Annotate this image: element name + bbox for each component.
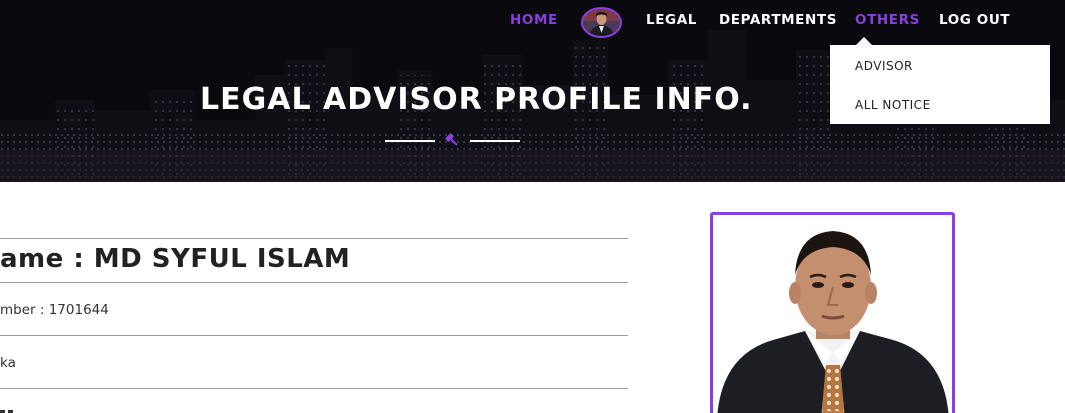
advisor-location: ka	[0, 355, 16, 371]
title-divider-left	[385, 140, 435, 142]
nav-departments[interactable]: DEPARTMENTS	[719, 12, 837, 28]
nav-legal[interactable]: LEGAL	[646, 12, 697, 28]
divider	[0, 282, 628, 283]
user-avatar[interactable]	[581, 7, 622, 38]
divider	[0, 238, 628, 239]
title-divider-right	[470, 140, 520, 142]
advisor-number: mber : 1701644	[0, 302, 109, 318]
dropdown-caret	[856, 37, 872, 45]
dropdown-item-advisor[interactable]: ADVISOR	[855, 59, 913, 73]
nav-home[interactable]: HOME	[510, 12, 558, 28]
others-dropdown-menu: ADVISOR ALL NOTICE	[830, 45, 1050, 124]
nav-others[interactable]: OTHERS	[855, 12, 920, 28]
avatar-icon	[583, 9, 620, 36]
dropdown-item-all-notice[interactable]: ALL NOTICE	[855, 98, 931, 112]
divider	[0, 335, 628, 336]
advisor-name: ame : MD SYFUL ISLAM	[0, 244, 351, 274]
advisor-next-field-partial	[0, 405, 16, 413]
nav-logout[interactable]: LOG OUT	[939, 12, 1010, 28]
divider	[0, 388, 628, 389]
profile-photo-frame	[710, 212, 955, 413]
profile-details: ame : MD SYFUL ISLAM mber : 1701644 ka	[0, 182, 628, 413]
page-title: LEGAL ADVISOR PROFILE INFO.	[200, 82, 753, 117]
profile-photo	[713, 215, 952, 413]
gavel-icon	[445, 133, 458, 146]
